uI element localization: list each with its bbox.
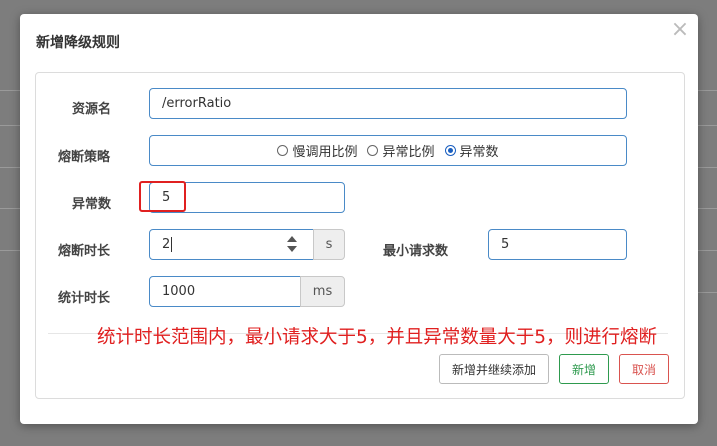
background-divider [698, 167, 717, 168]
break-duration-unit: s [313, 229, 345, 260]
annotation-text: 统计时长范围内，最小请求大于5，并且异常数量大于5，则进行熔断 [97, 327, 658, 348]
background-divider [698, 292, 717, 293]
add-button[interactable]: 新增 [559, 354, 609, 384]
radio-checked-icon [444, 145, 456, 156]
resource-label: 资源名 [72, 102, 112, 117]
min-requests-input[interactable]: 5 [488, 229, 627, 260]
radio-label: 慢调用比例 [292, 145, 358, 160]
strategy-radio-group: 慢调用比例 异常比例 异常数 [277, 141, 499, 160]
min-requests-value: 5 [501, 237, 510, 252]
spinner-up-icon[interactable] [287, 236, 297, 242]
text-cursor [171, 237, 173, 252]
radio-label: 异常比例 [382, 145, 435, 160]
spinner-down-icon[interactable] [287, 246, 297, 252]
min-requests-label: 最小请求数 [383, 244, 449, 259]
background-divider [0, 167, 20, 168]
resource-value: /errorRatio [162, 96, 232, 111]
radio-slow-call-ratio[interactable]: 慢调用比例 [277, 141, 357, 160]
spinner-icon[interactable] [287, 236, 297, 252]
radio-label: 异常数 [459, 145, 499, 160]
highlight-box [139, 181, 186, 212]
radio-unchecked-icon [367, 145, 379, 156]
stat-duration-value: 1000 [162, 284, 196, 299]
strategy-radio-field: 慢调用比例 异常比例 异常数 [149, 135, 627, 166]
background-divider [0, 250, 20, 251]
background-divider [0, 208, 20, 209]
break-duration-label: 熔断时长 [58, 244, 111, 259]
add-and-continue-button[interactable]: 新增并继续添加 [439, 354, 549, 384]
radio-exception-count[interactable]: 异常数 [444, 141, 499, 160]
background-divider [0, 90, 20, 91]
stat-duration-label: 统计时长 [58, 291, 111, 306]
radio-exception-ratio[interactable]: 异常比例 [367, 141, 435, 160]
background-divider [698, 125, 717, 126]
stat-duration-input[interactable]: 1000 [149, 276, 301, 307]
background-divider [698, 90, 717, 91]
background-divider [0, 125, 20, 126]
stat-duration-unit: ms [300, 276, 345, 307]
break-duration-input[interactable]: 2 [149, 229, 314, 260]
radio-unchecked-icon [277, 145, 289, 156]
cancel-button[interactable]: 取消 [619, 354, 669, 384]
background-divider [698, 250, 717, 251]
dialog-title: 新增降级规则 [36, 35, 120, 51]
resource-input[interactable]: /errorRatio [149, 88, 627, 119]
close-icon[interactable]: × [670, 19, 690, 41]
exception-count-label: 异常数 [72, 197, 112, 212]
break-duration-value: 2 [162, 237, 171, 252]
strategy-label: 熔断策略 [58, 150, 111, 165]
background-divider [698, 208, 717, 209]
